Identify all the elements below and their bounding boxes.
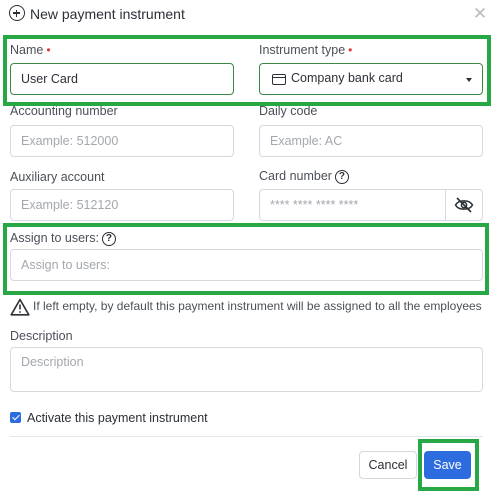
footer-divider [10,436,483,437]
close-icon[interactable]: ✕ [472,5,488,22]
toggle-visibility-button[interactable] [445,189,483,221]
highlight-box-assign-users [3,223,489,295]
activate-checkbox[interactable] [10,412,21,423]
cancel-button[interactable]: Cancel [359,451,417,479]
daily-code-input[interactable] [259,125,483,157]
auxiliary-account-input[interactable] [10,189,234,221]
activate-label: Activate this payment instrument [27,411,208,425]
add-circle-icon [9,5,25,21]
dialog-header: New payment instrument ✕ [0,0,495,30]
warning-icon [10,298,30,316]
help-icon[interactable]: ? [334,169,349,184]
card-number-label: Card number? [259,169,349,184]
highlight-box-save [418,439,479,491]
highlight-box-name-type [3,35,491,106]
eye-off-icon [454,197,474,213]
description-label: Description [10,329,73,343]
accounting-number-input[interactable] [10,125,234,157]
dialog-title: New payment instrument [30,6,185,22]
assignment-hint: If left empty, by default this payment i… [33,299,482,313]
card-number-input[interactable] [259,189,446,221]
accounting-number-label: Accounting number [10,104,118,118]
description-textarea[interactable] [10,347,483,392]
daily-code-label: Daily code [259,104,318,118]
auxiliary-account-label: Auxiliary account [10,170,105,184]
